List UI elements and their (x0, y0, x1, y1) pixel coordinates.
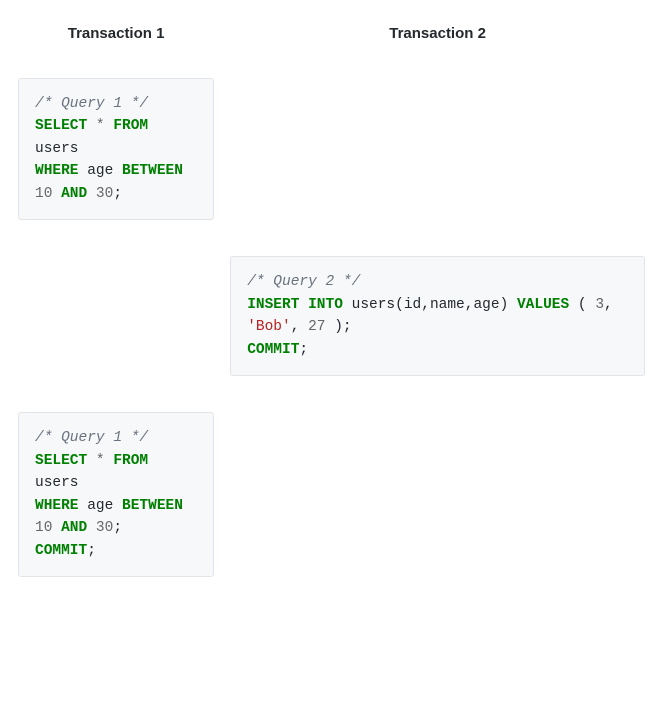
table-body: /* Query 1 */ SELECT * FROM users WHERE … (10, 72, 653, 607)
cell-transaction-1: /* Query 1 */ SELECT * FROM users WHERE … (10, 406, 222, 607)
code-token: 30 (96, 520, 113, 536)
code-token: INSERT (247, 297, 299, 313)
code-token: users (35, 475, 79, 491)
code-token: age (87, 163, 113, 179)
header-transaction-2: Transaction 2 (222, 15, 653, 72)
code-token: ) (500, 297, 509, 313)
table-row: /* Query 2 */ INSERT INTO users(id,name,… (10, 250, 653, 406)
code-token: ( (395, 297, 404, 313)
code-token: * (96, 453, 105, 469)
code-token: COMMIT (247, 342, 299, 358)
code-token: FROM (113, 453, 148, 469)
code-token: ; (299, 342, 308, 358)
code-token: AND (61, 520, 87, 536)
code-token: WHERE (35, 163, 79, 179)
code-token: 'Bob' (247, 319, 291, 335)
code-token: ; (87, 543, 96, 559)
code-token: SELECT (35, 453, 87, 469)
code-token: age (473, 297, 499, 313)
cell-transaction-1 (10, 250, 222, 406)
code-token: COMMIT (35, 543, 87, 559)
code-token: BETWEEN (122, 163, 183, 179)
code-token: FROM (113, 118, 148, 134)
code-token: 10 (35, 186, 52, 202)
header-transaction-1: Transaction 1 (10, 15, 222, 72)
table-row: /* Query 1 */ SELECT * FROM users WHERE … (10, 72, 653, 250)
code-block: /* Query 1 */ SELECT * FROM users WHERE … (18, 78, 214, 220)
code-token: users (35, 141, 79, 157)
transactions-table: Transaction 1 Transaction 2 /* Query 1 *… (10, 15, 653, 607)
code-token: VALUES (517, 297, 569, 313)
cell-transaction-2 (222, 72, 653, 250)
code-token: , (291, 319, 300, 335)
code-token: id (404, 297, 421, 313)
cell-transaction-2 (222, 406, 653, 607)
cell-transaction-2: /* Query 2 */ INSERT INTO users(id,name,… (222, 250, 653, 406)
code-token: ; (113, 186, 122, 202)
code-token: 30 (96, 186, 113, 202)
code-token: name (430, 297, 465, 313)
code-token: 3 (595, 297, 604, 313)
code-token: /* Query 1 */ (35, 430, 148, 446)
table-row: /* Query 1 */ SELECT * FROM users WHERE … (10, 406, 653, 607)
code-token: ; (113, 520, 122, 536)
code-token: , (421, 297, 430, 313)
code-token: /* Query 1 */ (35, 96, 148, 112)
code-token: INTO (308, 297, 343, 313)
code-token: , (604, 297, 613, 313)
code-block: /* Query 1 */ SELECT * FROM users WHERE … (18, 412, 214, 577)
code-block: /* Query 2 */ INSERT INTO users(id,name,… (230, 256, 645, 376)
code-token: BETWEEN (122, 498, 183, 514)
code-token: ); (334, 319, 351, 335)
code-token: 27 (308, 319, 325, 335)
cell-transaction-1: /* Query 1 */ SELECT * FROM users WHERE … (10, 72, 222, 250)
code-token: SELECT (35, 118, 87, 134)
code-token: AND (61, 186, 87, 202)
code-token: /* Query 2 */ (247, 274, 360, 290)
code-token: WHERE (35, 498, 79, 514)
code-token: ( (578, 297, 587, 313)
code-token: * (96, 118, 105, 134)
code-token: 10 (35, 520, 52, 536)
code-token: age (87, 498, 113, 514)
code-token: users (352, 297, 396, 313)
